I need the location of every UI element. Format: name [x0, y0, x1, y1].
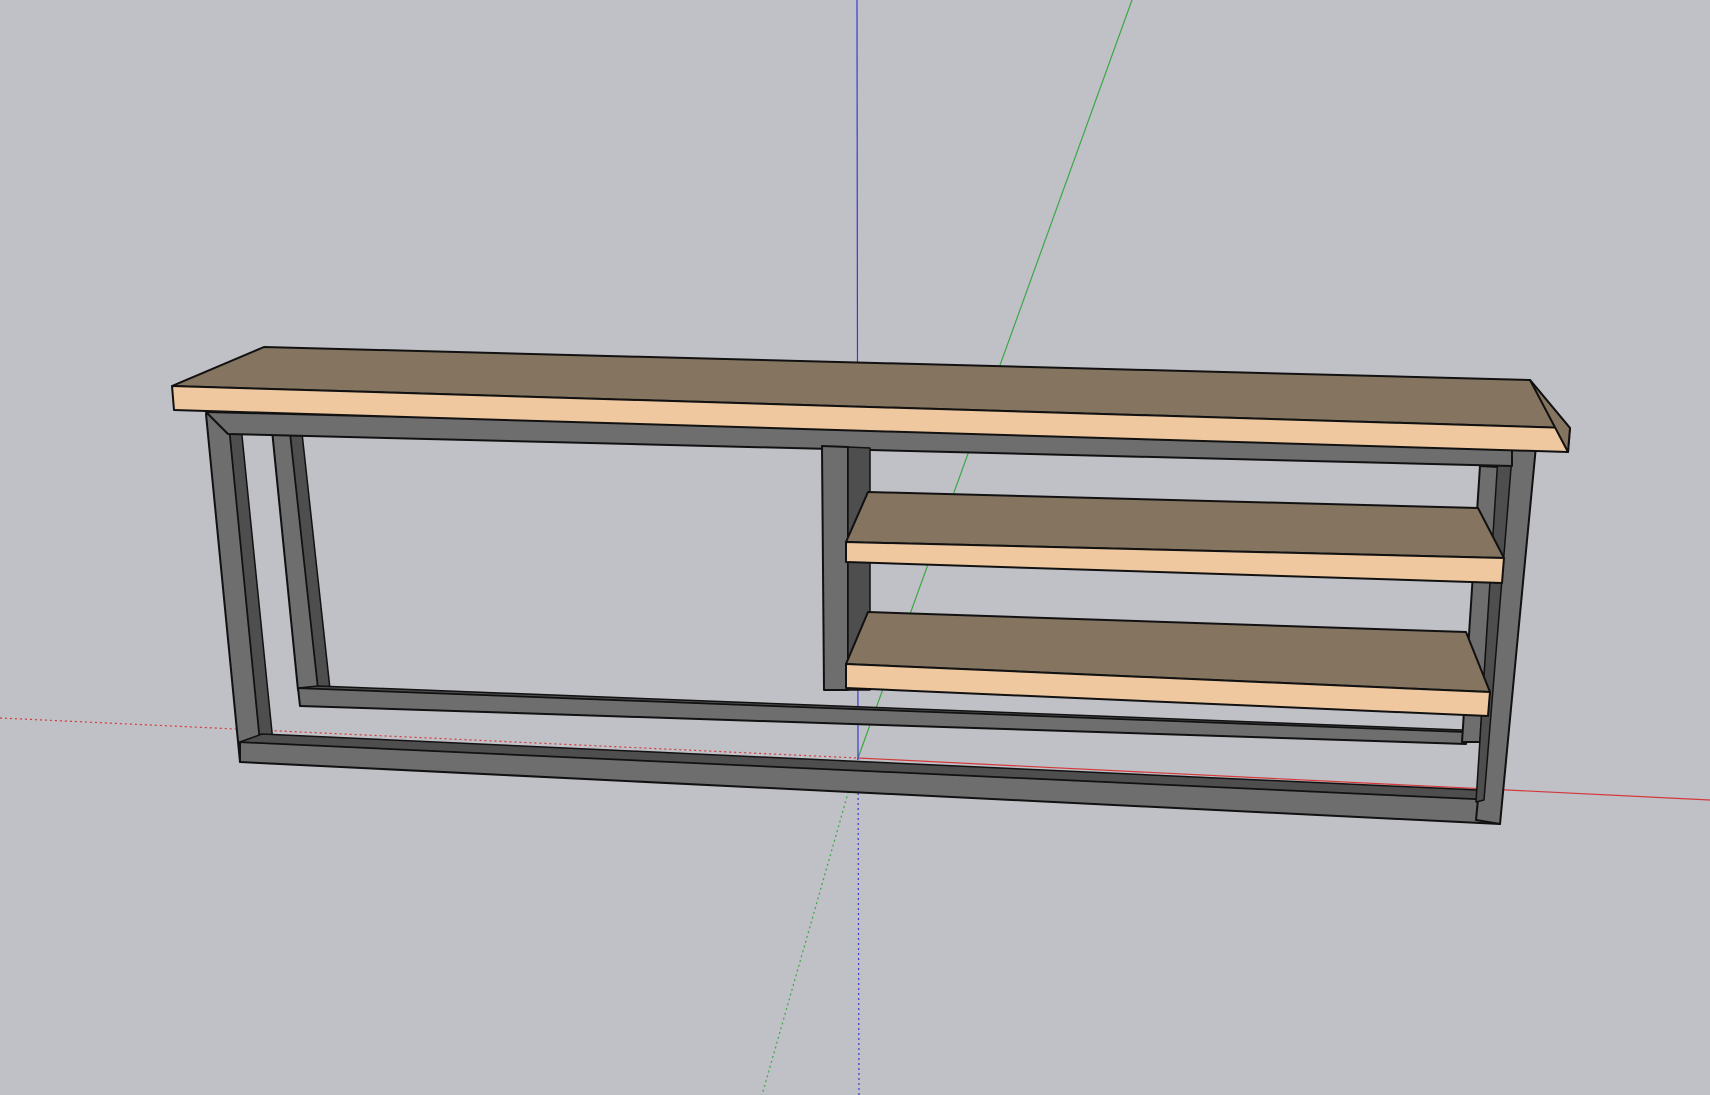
shelf-lower[interactable]	[845, 611, 1491, 717]
3d-scene[interactable]	[0, 0, 1710, 1095]
green-axis-negative	[761, 757, 859, 1095]
modeling-viewport[interactable]	[0, 0, 1710, 1095]
frame-divider-post[interactable]	[821, 445, 849, 691]
shelves[interactable]	[845, 491, 1505, 717]
shelf-upper[interactable]	[845, 491, 1505, 584]
blue-axis-negative	[857, 757, 860, 1095]
